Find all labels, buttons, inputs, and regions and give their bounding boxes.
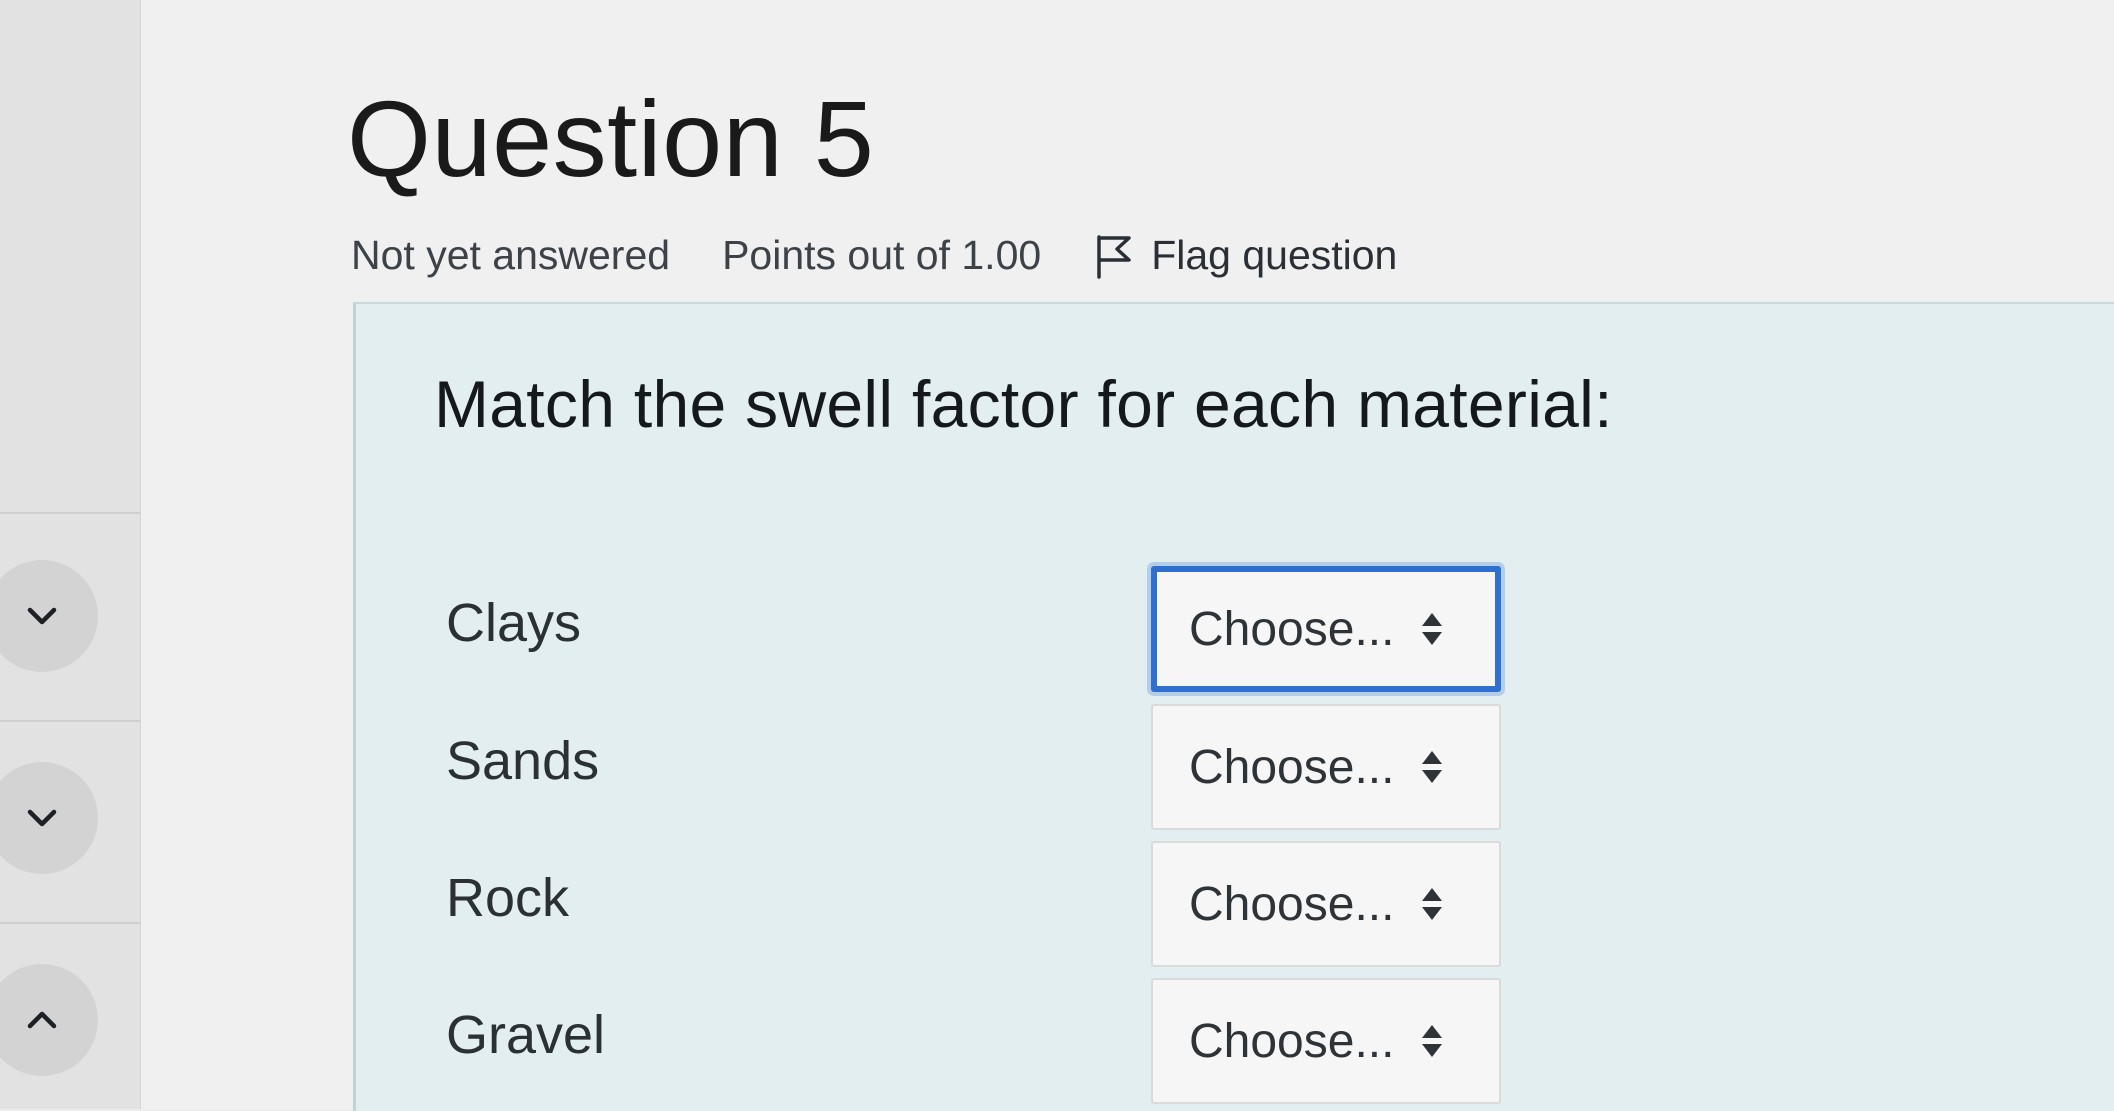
- match-label: Clays: [446, 593, 582, 653]
- match-row: Clays Choose...: [356, 566, 2114, 692]
- divider: [0, 922, 140, 924]
- chevron-down-icon: [27, 809, 57, 827]
- collapse-button[interactable]: [0, 762, 98, 874]
- match-label: Rock: [446, 868, 570, 928]
- expand-button[interactable]: [0, 964, 98, 1076]
- answer-select[interactable]: Choose...: [1151, 841, 1501, 967]
- flag-icon: [1097, 234, 1131, 279]
- select-value: Choose...: [1189, 877, 1395, 931]
- divider: [0, 512, 140, 514]
- divider: [0, 720, 140, 722]
- select-value: Choose...: [1189, 1014, 1395, 1068]
- question-info: Not yet answered Points out of 1.00 Flag…: [351, 232, 1397, 279]
- flag-question-label: Flag question: [1151, 232, 1398, 278]
- question-points: Points out of 1.00: [722, 232, 1042, 278]
- chevron-up-icon: [27, 1011, 57, 1029]
- left-nav-strip: [0, 0, 141, 1109]
- collapse-button[interactable]: [0, 560, 98, 672]
- answer-select[interactable]: Choose...: [1151, 978, 1501, 1104]
- match-label: Sands: [446, 731, 600, 791]
- match-row: Rock Choose...: [356, 841, 2114, 967]
- question-title: Question 5: [347, 78, 875, 199]
- question-status: Not yet answered: [351, 232, 671, 278]
- select-arrows-icon: [1422, 888, 1443, 920]
- select-arrows-icon: [1422, 613, 1443, 645]
- match-row: Gravel Choose...: [356, 978, 2114, 1104]
- flag-question-link[interactable]: Flag question: [1093, 232, 1397, 279]
- question-content-box: Match the swell factor for each material…: [353, 302, 2114, 1111]
- select-arrows-icon: [1422, 1025, 1443, 1057]
- match-row: Sands Choose...: [356, 704, 2114, 830]
- select-value: Choose...: [1189, 740, 1395, 794]
- match-label: Gravel: [446, 1005, 606, 1065]
- question-prompt: Match the swell factor for each material…: [434, 367, 1613, 441]
- select-value: Choose...: [1189, 602, 1395, 656]
- chevron-down-icon: [27, 607, 57, 625]
- select-arrows-icon: [1422, 751, 1443, 783]
- answer-select[interactable]: Choose...: [1151, 566, 1501, 692]
- main-content: Question 5 Not yet answered Points out o…: [141, 0, 2114, 1111]
- answer-select[interactable]: Choose...: [1151, 704, 1501, 830]
